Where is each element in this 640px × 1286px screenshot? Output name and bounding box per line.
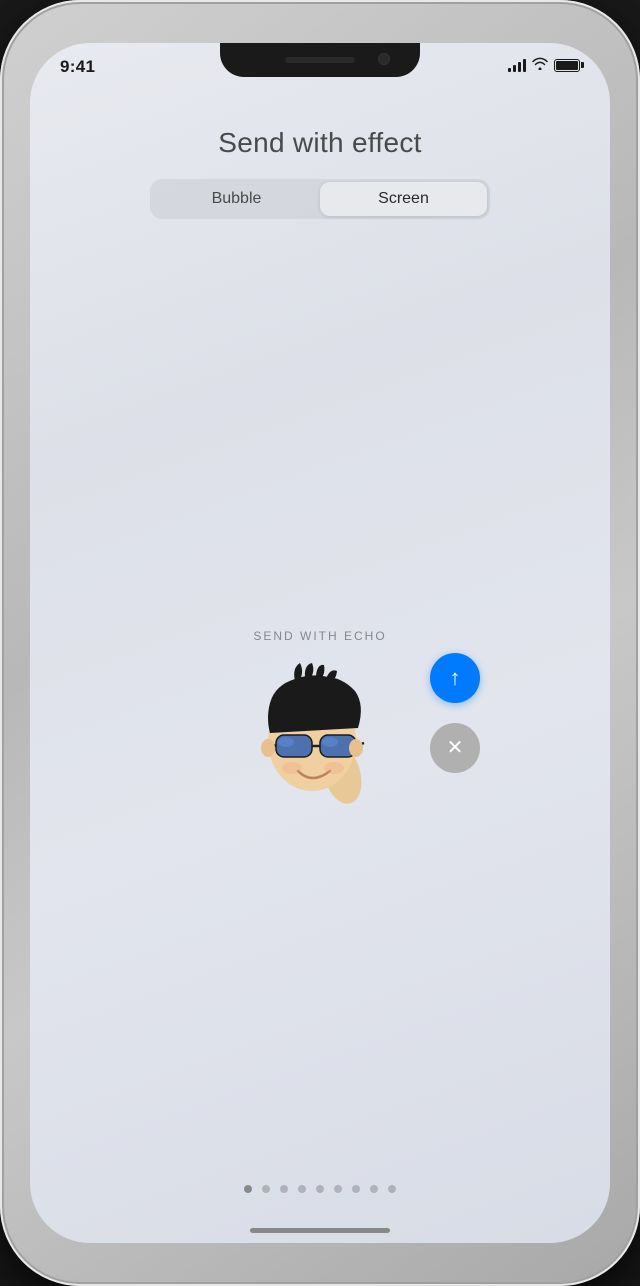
cancel-button[interactable]: ✕ bbox=[430, 723, 480, 773]
notch bbox=[220, 43, 420, 77]
effect-label: SEND WITH ECHO bbox=[253, 629, 386, 643]
speaker bbox=[285, 57, 355, 63]
preview-area: SEND WITH ECHO bbox=[30, 249, 610, 1243]
dot-8[interactable] bbox=[370, 1185, 378, 1193]
memoji-sticker bbox=[240, 663, 400, 823]
send-button[interactable]: ↑ bbox=[430, 653, 480, 703]
dot-4[interactable] bbox=[298, 1185, 306, 1193]
tab-switcher: Bubble Screen bbox=[150, 179, 490, 219]
arrow-up-icon: ↑ bbox=[450, 667, 461, 689]
page-dots bbox=[244, 1185, 396, 1193]
phone-screen: 9:41 bbox=[30, 43, 610, 1243]
dot-1[interactable] bbox=[244, 1185, 252, 1193]
front-camera bbox=[378, 53, 390, 65]
tab-screen[interactable]: Screen bbox=[320, 182, 487, 216]
signal-icon bbox=[508, 58, 526, 72]
status-time: 9:41 bbox=[60, 57, 95, 77]
memoji-container: ↑ ✕ bbox=[240, 663, 400, 823]
dot-7[interactable] bbox=[352, 1185, 360, 1193]
dot-6[interactable] bbox=[334, 1185, 342, 1193]
wifi-icon bbox=[532, 57, 548, 73]
dot-9[interactable] bbox=[388, 1185, 396, 1193]
close-icon: ✕ bbox=[447, 738, 464, 758]
status-icons bbox=[508, 57, 580, 73]
phone-frame: 9:41 bbox=[0, 0, 640, 1286]
tab-bubble[interactable]: Bubble bbox=[153, 182, 320, 216]
dot-2[interactable] bbox=[262, 1185, 270, 1193]
main-content: Send with effect Bubble Screen SEND WITH… bbox=[30, 43, 610, 1243]
dot-3[interactable] bbox=[280, 1185, 288, 1193]
dot-5[interactable] bbox=[316, 1185, 324, 1193]
home-indicator[interactable] bbox=[250, 1228, 390, 1233]
page-title: Send with effect bbox=[218, 127, 422, 159]
battery-icon bbox=[554, 59, 580, 72]
